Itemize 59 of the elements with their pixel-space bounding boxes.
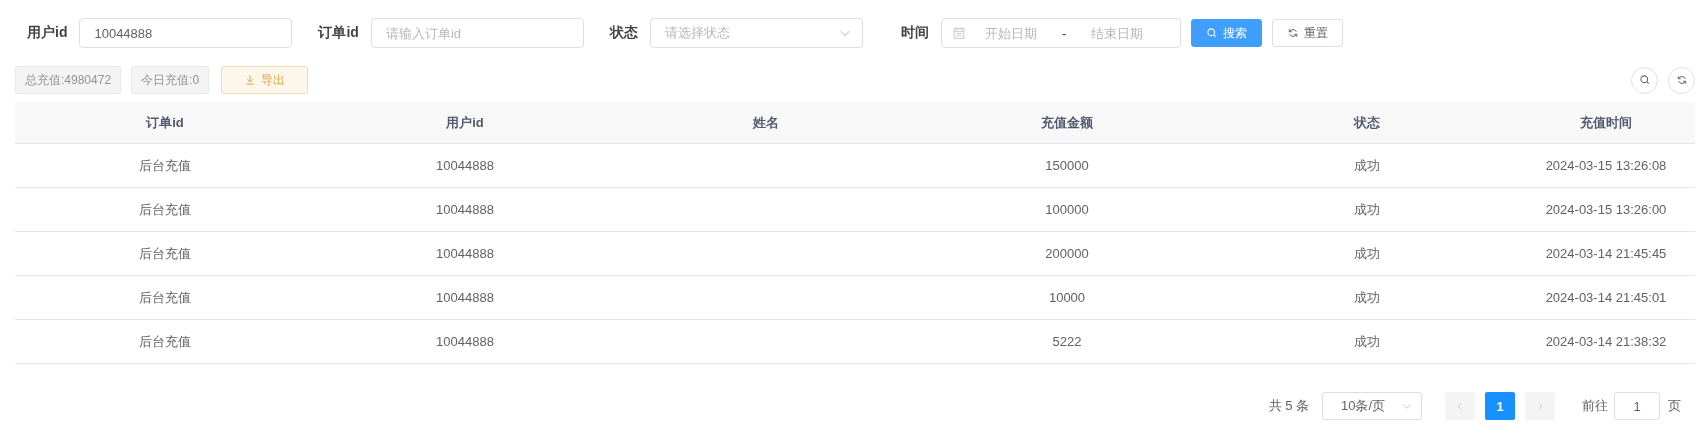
- calendar-icon: [951, 26, 966, 40]
- search-button[interactable]: [1631, 66, 1658, 94]
- table-cell: 5222: [1052, 334, 1082, 349]
- table-cell: 成功: [1354, 245, 1380, 261]
- page-size-select[interactable]: 10条/页: [1322, 392, 1422, 420]
- column-header: 充值时间: [1580, 114, 1632, 130]
- table-cell: 后台充值: [139, 333, 191, 349]
- table-cell: 2024-03-14 21:38:32: [1545, 334, 1667, 349]
- search-icon: [1638, 74, 1651, 86]
- table-cell: 200000: [1045, 246, 1089, 261]
- table-cell: 150000: [1045, 158, 1089, 173]
- table-cell: 10000: [1048, 290, 1086, 305]
- chevron-left-icon: [1455, 401, 1465, 411]
- table-cell: 成功: [1354, 289, 1380, 305]
- range-separator: -: [1060, 25, 1068, 41]
- input-field[interactable]: 请输入订单id: [370, 18, 584, 48]
- input-field[interactable]: 10044888: [79, 18, 293, 48]
- goto-label: 前往: [1582, 397, 1608, 415]
- table-cell: 后台充值: [139, 245, 191, 261]
- refresh-button[interactable]: [1668, 66, 1695, 94]
- stat-tag: 今日充值:0: [131, 66, 210, 94]
- table-cell: 10044888: [436, 334, 494, 349]
- refresh-icon: [1286, 27, 1299, 39]
- stat-tag: 总充值:4980472: [15, 66, 122, 94]
- table-cell: 成功: [1354, 333, 1380, 349]
- column-header: 订单id: [146, 114, 184, 130]
- page-suffix: 页: [1668, 397, 1681, 415]
- refresh-icon: [1675, 74, 1688, 86]
- table-cell: 10044888: [436, 158, 494, 173]
- chevron-right-icon: [1535, 401, 1545, 411]
- field-label: 用户id: [27, 24, 69, 42]
- search-icon: [1205, 27, 1218, 39]
- date-range-field[interactable]: 开始日期 - 结束日期: [940, 18, 1181, 48]
- table-cell: 后台充值: [139, 289, 191, 305]
- table-cell: 10044888: [436, 290, 494, 305]
- table-cell: 2024-03-15 13:26:00: [1545, 202, 1667, 217]
- download-icon: [244, 74, 257, 86]
- table-cell: 2024-03-15 13:26:08: [1545, 158, 1667, 173]
- table-cell: 后台充值: [139, 157, 191, 173]
- table-cell: 2024-03-14 21:45:45: [1545, 246, 1667, 261]
- column-header: 用户id: [446, 114, 484, 130]
- table-cell: 10044888: [436, 202, 494, 217]
- column-header: 姓名: [753, 114, 779, 130]
- table-cell: 100000: [1045, 202, 1089, 217]
- page-input[interactable]: 1: [1614, 392, 1660, 420]
- reset-button[interactable]: 重置: [1271, 19, 1343, 47]
- start-date-input[interactable]: 开始日期: [965, 20, 1056, 46]
- field-label: 状态: [609, 24, 639, 42]
- table-cell: 10044888: [436, 246, 494, 261]
- table-cell: 成功: [1354, 201, 1380, 217]
- table-cell: 2024-03-14 21:45:01: [1545, 290, 1667, 305]
- table-cell: 后台充值: [139, 201, 191, 217]
- total-count: 共 5 条: [1268, 397, 1309, 415]
- field-label: 时间: [900, 24, 930, 42]
- column-header: 状态: [1354, 114, 1380, 130]
- column-header: 充值金额: [1041, 114, 1093, 130]
- end-date-input[interactable]: 结束日期: [1072, 20, 1163, 46]
- field-label: 订单id: [318, 24, 360, 42]
- table-cell: 成功: [1354, 157, 1380, 173]
